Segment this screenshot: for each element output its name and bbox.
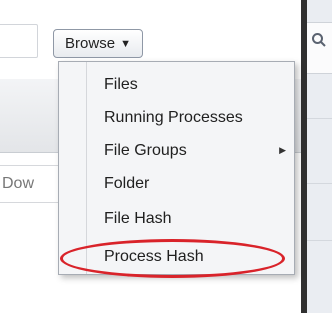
search-icon [312,33,326,47]
menu-item-file-hash[interactable]: File Hash [59,202,294,235]
menu-item-label: Folder [104,175,150,192]
menu-item-process-hash[interactable]: Process Hash [59,240,294,273]
browse-dropdown-menu: Files Running Processes File Groups ▶ Fo… [58,61,295,275]
chevron-right-icon: ▶ [279,145,286,155]
menu-item-label: Process Hash [104,248,204,265]
right-search-field[interactable] [307,22,332,74]
divider [307,183,332,184]
column-header-label: Dow [0,170,62,198]
browse-button-label: Browse [65,35,116,52]
menu-item-folder[interactable]: Folder [59,167,294,200]
divider [307,118,332,119]
divider [307,240,332,241]
text-field[interactable] [0,24,38,58]
menu-item-files[interactable]: Files [59,68,294,101]
menu-item-label: File Hash [104,210,172,227]
menu-item-file-groups[interactable]: File Groups ▶ [59,134,294,167]
menu-item-running-processes[interactable]: Running Processes [59,101,294,134]
menu-item-label: Files [104,76,138,93]
menu-item-label: File Groups [104,142,187,159]
chevron-down-icon: ▼ [120,37,131,50]
menu-item-label: Running Processes [104,109,243,126]
browse-button[interactable]: Browse ▼ [53,29,143,58]
